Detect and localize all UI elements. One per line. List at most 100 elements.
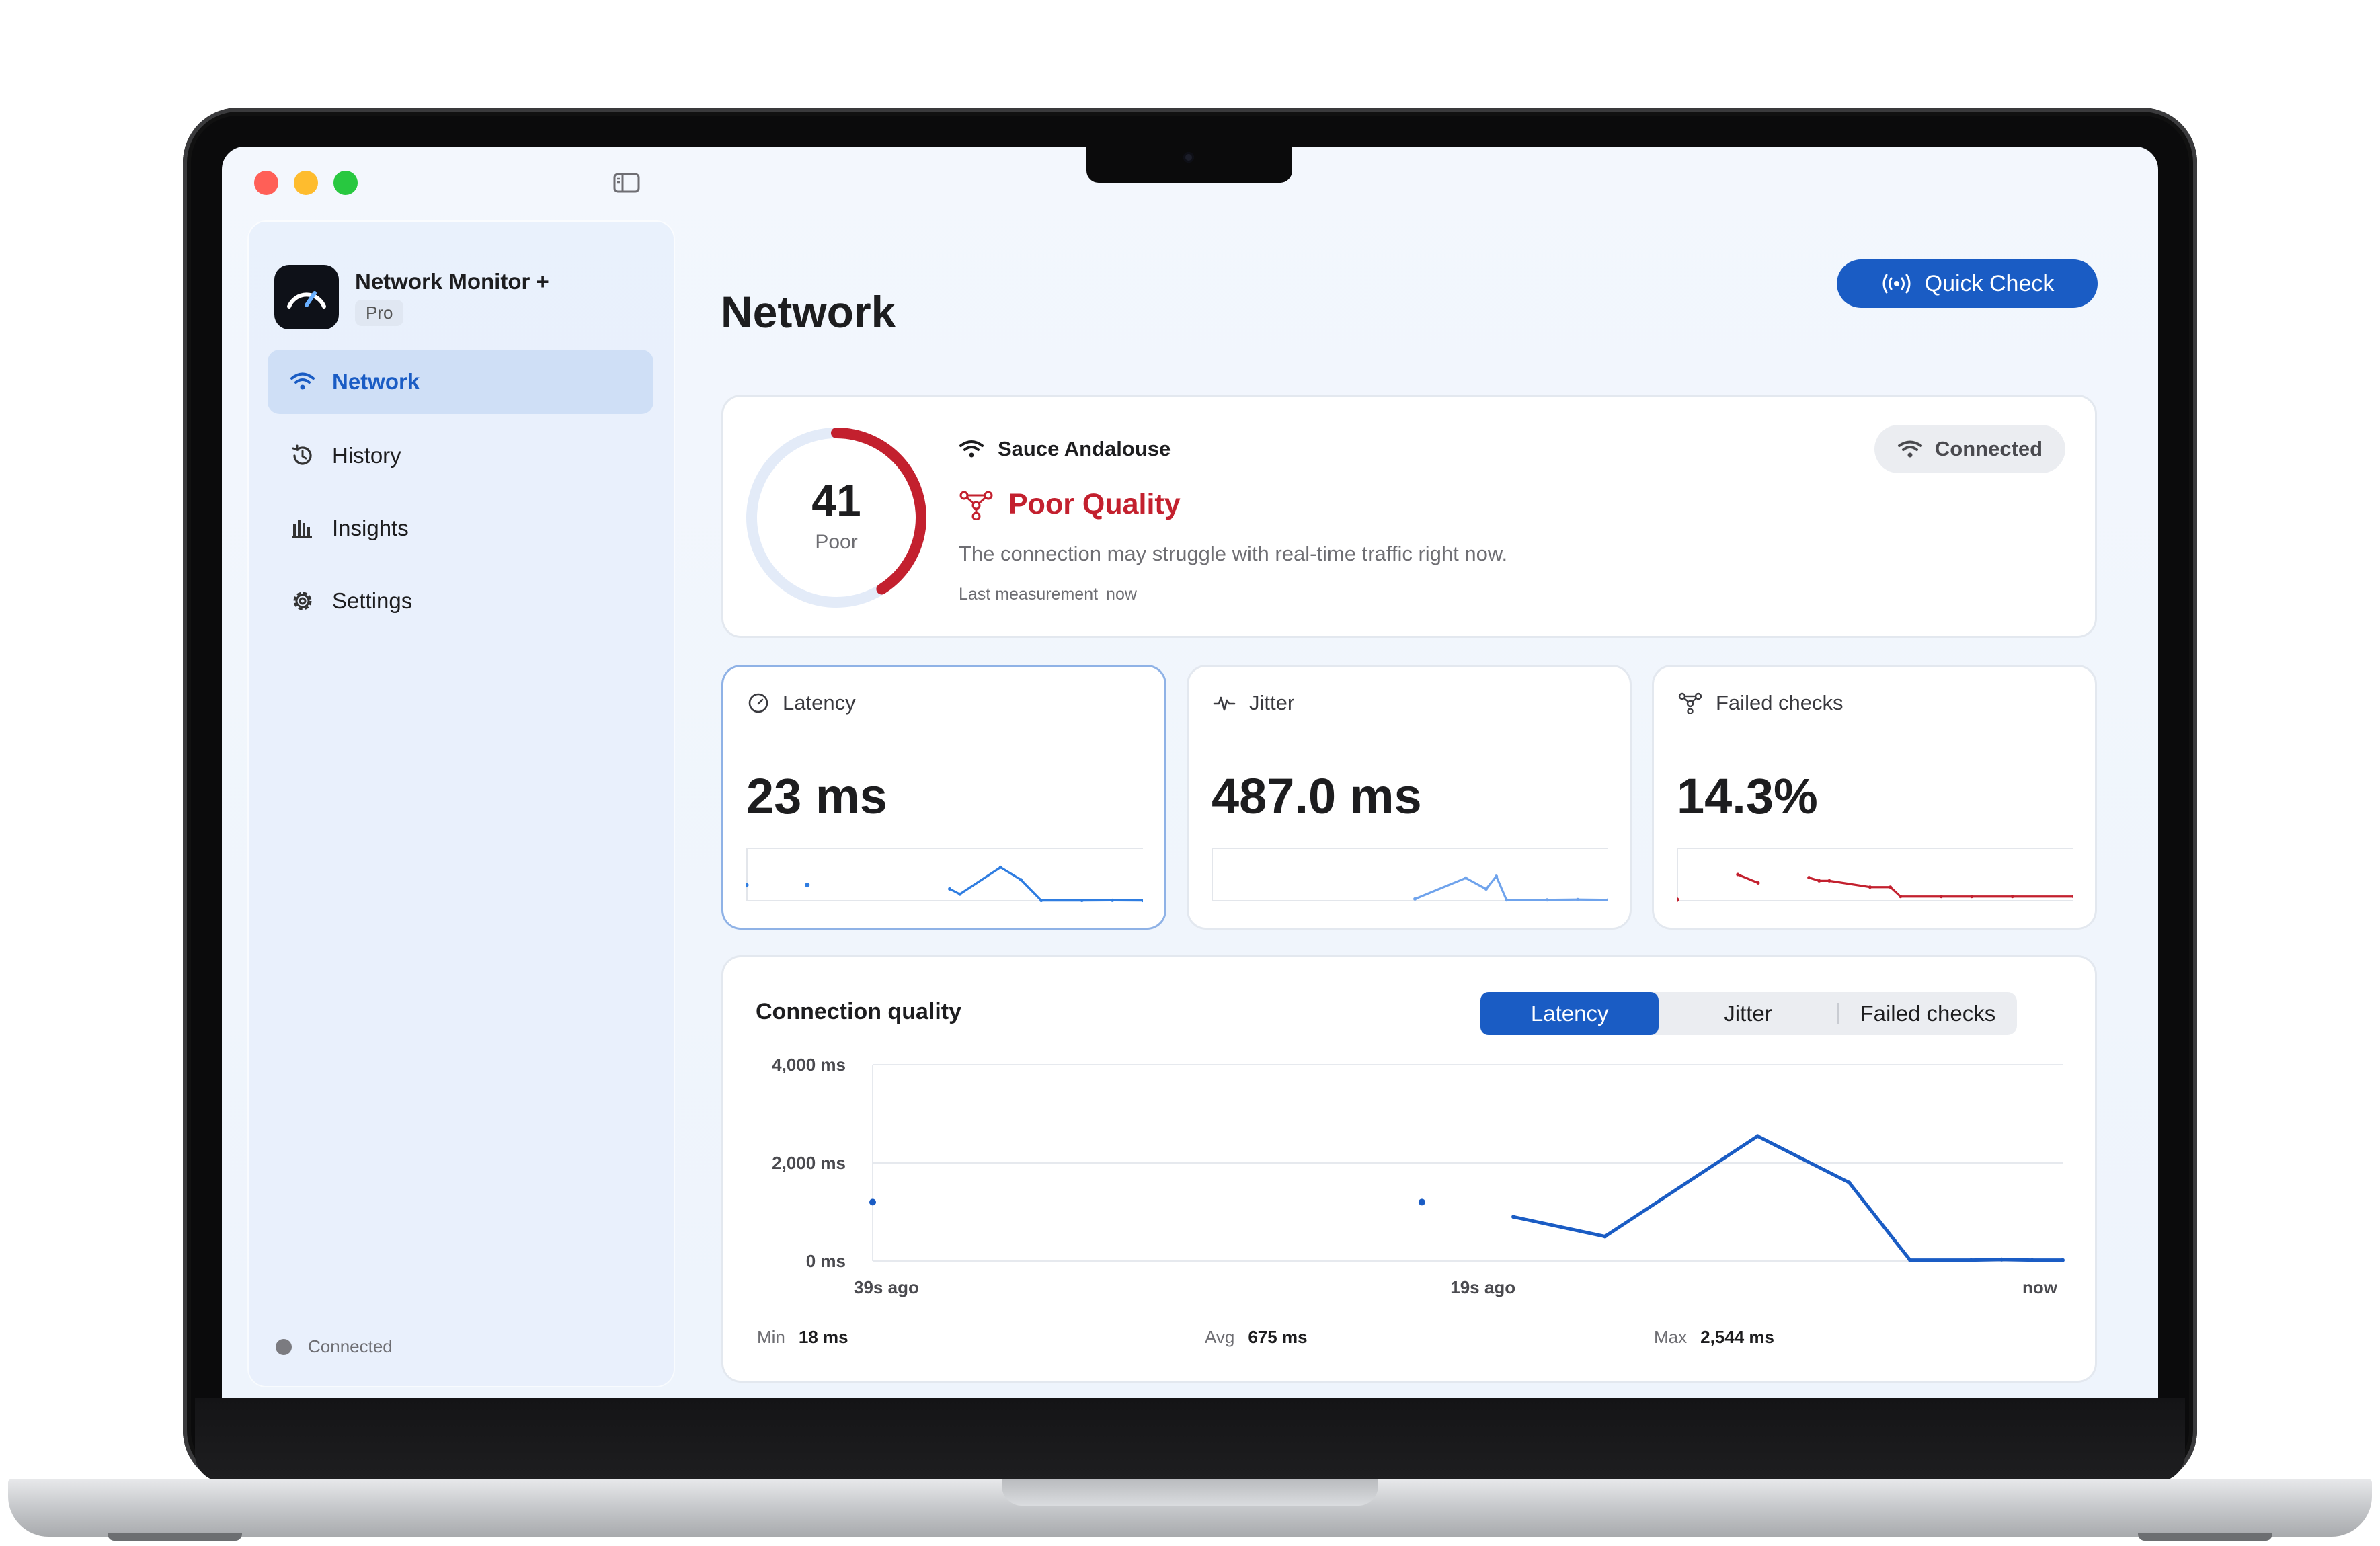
last-measurement-value: now xyxy=(1106,585,1137,604)
sidebar-item-label: Settings xyxy=(332,588,413,613)
sparkline-point xyxy=(1505,898,1509,902)
stat-avg: Avg 675 ms xyxy=(1205,1327,1308,1348)
tab-failed-checks[interactable]: Failed checks xyxy=(1839,992,2017,1035)
app-name: Network Monitor + xyxy=(355,269,549,294)
chart-data-point xyxy=(1418,1198,1425,1206)
sparkline-point xyxy=(1970,895,1974,899)
sparkline-point xyxy=(1019,878,1023,882)
laptop-foot xyxy=(108,1533,242,1541)
zoom-window-button[interactable] xyxy=(333,171,358,195)
sidebar-item-label: Network xyxy=(332,369,420,394)
minimize-window-button[interactable] xyxy=(294,171,318,195)
sparkline-point xyxy=(998,865,1002,869)
status-dot xyxy=(276,1338,292,1355)
chart-data-point xyxy=(2030,1258,2034,1262)
connection-quality-title: Connection quality xyxy=(756,999,961,1024)
sparkline-point xyxy=(1141,899,1143,903)
chart-data-point xyxy=(1755,1134,1760,1139)
y-tick-label: 0 ms xyxy=(806,1251,846,1271)
tab-jitter[interactable]: Jitter xyxy=(1659,992,1837,1035)
pro-badge: Pro xyxy=(355,300,404,326)
sparkline-point xyxy=(1939,895,1943,899)
sidebar-item-label: History xyxy=(332,443,401,468)
stat-max: Max 2,544 ms xyxy=(1654,1327,1774,1348)
speedometer-icon xyxy=(748,693,768,713)
x-tick-label: now xyxy=(2022,1277,2058,1297)
close-window-button[interactable] xyxy=(254,171,278,195)
chart-bars-icon xyxy=(289,515,316,542)
tab-latency[interactable]: Latency xyxy=(1480,992,1659,1035)
network-name-text: Sauce Andalouse xyxy=(998,437,1171,460)
failed-checks-sparkline xyxy=(1677,848,2073,902)
quality-description: The connection may struggle with real-ti… xyxy=(959,542,1508,565)
chart-data-point xyxy=(2061,1258,2065,1262)
camera-notch xyxy=(1086,147,1292,183)
quick-check-label: Quick Check xyxy=(1924,270,2055,296)
chart-data-point xyxy=(1603,1234,1608,1239)
jitter-sparkline xyxy=(1212,848,1608,902)
sparkline-point xyxy=(1807,876,1811,880)
last-measurement: Last measurement now xyxy=(959,585,1137,604)
sparkline-point xyxy=(1413,897,1417,901)
last-measurement-label: Last measurement xyxy=(959,585,1099,604)
wifi-icon xyxy=(959,440,984,458)
wifi-icon xyxy=(289,368,316,395)
sparkline-point xyxy=(1736,872,1740,877)
history-icon xyxy=(289,442,316,469)
sidebar-item-network[interactable]: Network xyxy=(268,350,653,414)
sparkline-point xyxy=(948,887,952,891)
sparkline-point xyxy=(2071,895,2073,899)
connection-status-text: Connected xyxy=(1934,437,2043,460)
metric-label: Latency xyxy=(783,691,856,715)
sparkline-point xyxy=(805,883,810,888)
chart-data-point xyxy=(1847,1180,1852,1185)
sparkline-point xyxy=(1484,887,1488,891)
sparkline-point xyxy=(1080,899,1084,903)
y-tick-label: 2,000 ms xyxy=(772,1153,846,1173)
connection-status-badge: Connected xyxy=(1874,425,2065,473)
network-name: Sauce Andalouse xyxy=(959,437,1171,461)
metric-segmented-control: Latency Jitter Failed checks xyxy=(1480,992,2017,1035)
metric-label: Jitter xyxy=(1249,691,1295,715)
network-nodes-icon xyxy=(959,491,993,520)
sparkline-point xyxy=(746,883,749,888)
chart-data-point xyxy=(1999,1257,2004,1262)
sparkline-point xyxy=(1576,897,1580,901)
sparkline-point xyxy=(1827,879,1831,883)
sidebar-item-history[interactable]: History xyxy=(268,423,653,488)
sparkline-point xyxy=(1756,881,1760,885)
quality-status-text: Poor Quality xyxy=(1008,488,1181,520)
sidebar-connection-status: Connected xyxy=(276,1336,393,1357)
quality-score-label: Poor xyxy=(815,531,858,553)
sparkline-point xyxy=(1868,885,1872,889)
sparkline-point xyxy=(958,892,962,896)
gear-icon xyxy=(289,587,316,614)
sparkline-line xyxy=(1737,873,1759,884)
laptop-chin xyxy=(195,1398,2185,1481)
quality-score-value: 41 xyxy=(811,475,861,525)
metric-value-jitter: 487.0 ms xyxy=(1212,768,1422,824)
sidebar-item-insights[interactable]: Insights xyxy=(268,496,653,561)
x-tick-label: 19s ago xyxy=(1450,1277,1515,1297)
sparkline-point xyxy=(1039,899,1043,903)
sidebar-item-settings[interactable]: Settings xyxy=(268,569,653,633)
stat-avg-value: 675 ms xyxy=(1248,1327,1308,1347)
connection-quality-chart: 4,000 ms 2,000 ms 0 ms 39s ago 19s ago now xyxy=(772,1055,2065,1297)
x-tick-label: 39s ago xyxy=(854,1277,919,1297)
chart-data-point xyxy=(1908,1258,1913,1262)
quality-status: Poor Quality xyxy=(959,488,1181,521)
metric-value-failed-checks: 14.3% xyxy=(1677,768,1818,824)
sparkline-point xyxy=(2010,895,2014,899)
metric-header-latency: Latency xyxy=(748,691,856,715)
y-tick-label: 4,000 ms xyxy=(772,1055,846,1075)
status-text: Connected xyxy=(308,1336,393,1356)
sparkline-line xyxy=(1414,874,1608,901)
sparkline-point xyxy=(1545,898,1549,902)
sidebar-toggle-icon[interactable] xyxy=(613,172,640,194)
quick-check-button[interactable]: Quick Check xyxy=(1837,259,2098,308)
stat-min: Min 18 ms xyxy=(757,1327,848,1348)
chart-data-point xyxy=(1511,1215,1516,1219)
network-nodes-icon xyxy=(1678,692,1702,714)
sparkline-line xyxy=(1809,877,2073,898)
laptop-opening-notch xyxy=(1002,1479,1378,1506)
